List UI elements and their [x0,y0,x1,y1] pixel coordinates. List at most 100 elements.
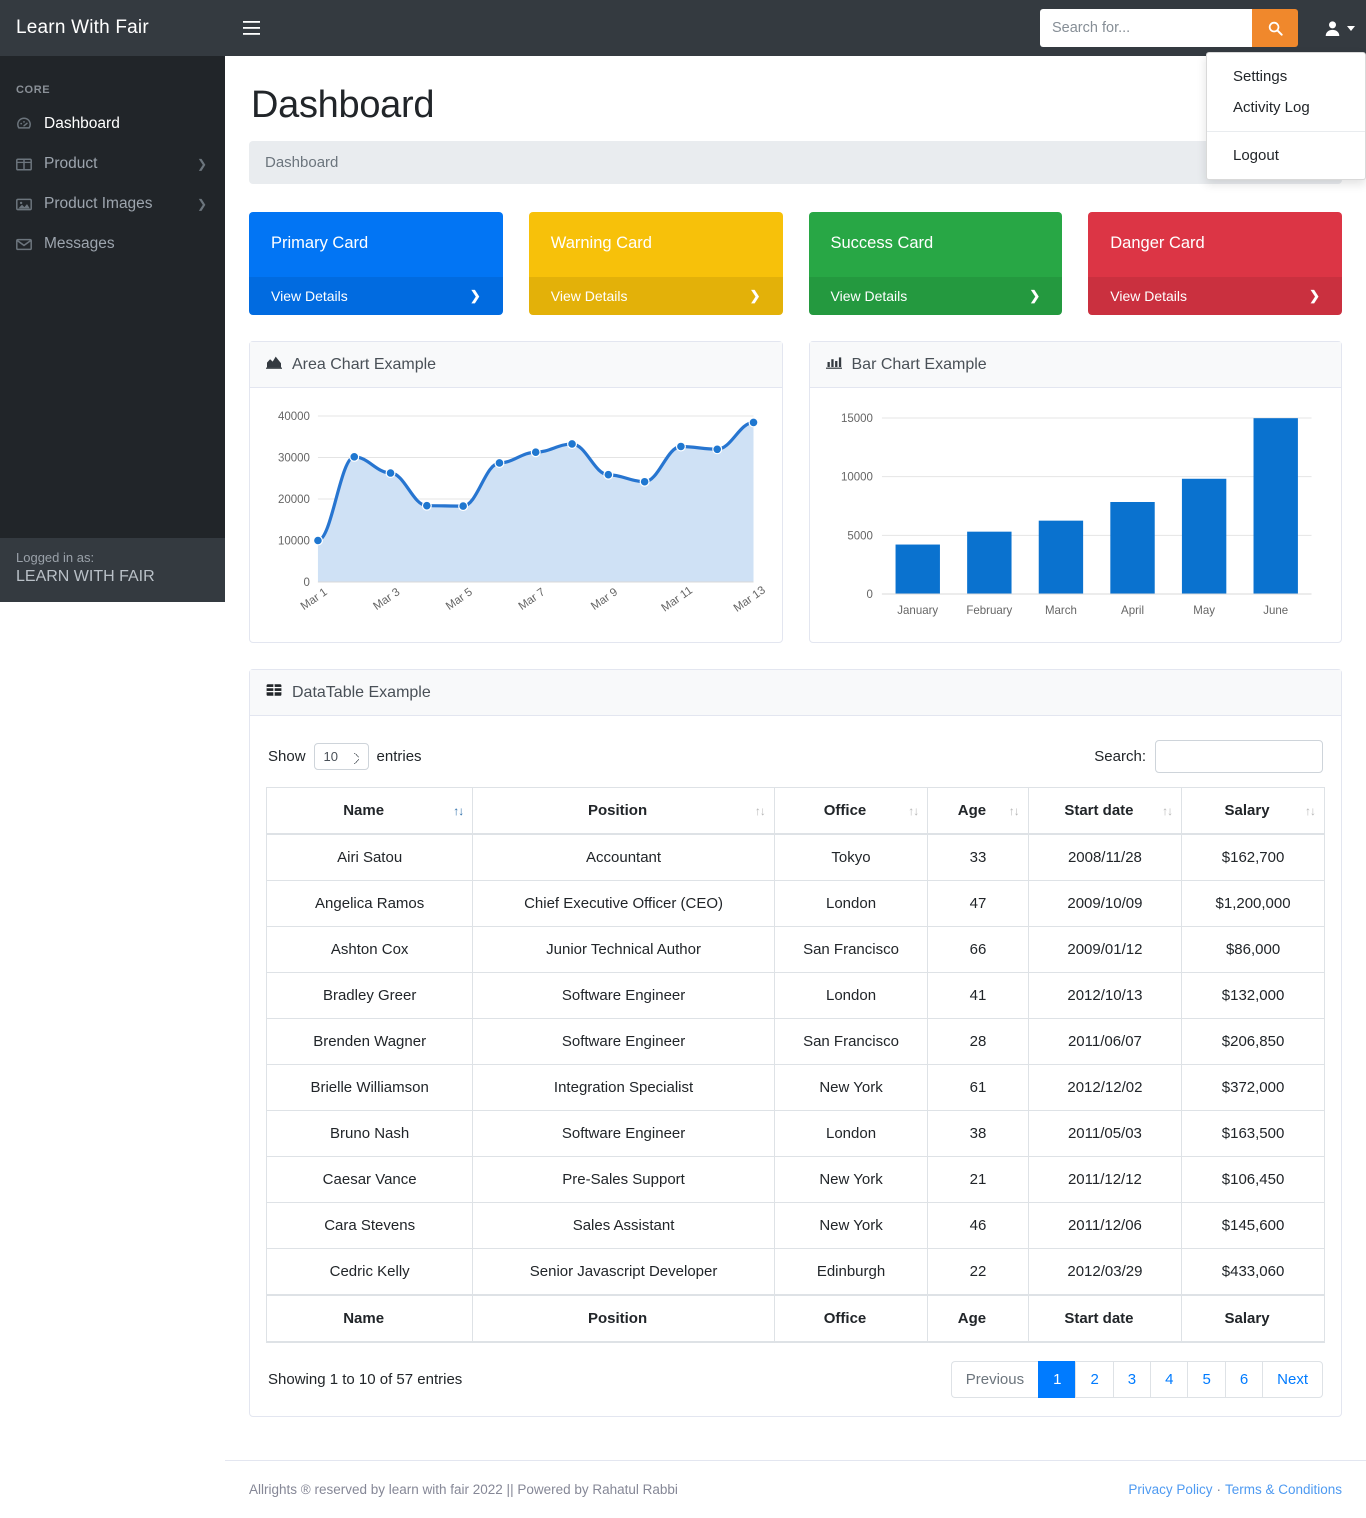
table-cell-name: Cara Stevens [265,1202,474,1249]
datatable-controls: Show 102550100 entries Search: [266,734,1325,787]
pagination-previous[interactable]: Previous [950,1361,1039,1398]
column-header-salary: Salary [1181,1294,1325,1343]
column-header-label: Position [587,802,648,819]
bar-chart-card-title: Bar Chart Example [851,355,987,373]
table-cell-salary: $206,850 [1181,1018,1325,1065]
stat-card-footer-link[interactable]: View Details ❯ [808,277,1063,315]
pagination-page-2[interactable]: 2 [1075,1361,1113,1398]
datatable-card-header: DataTable Example [250,670,1341,716]
dropdown-item-settings[interactable]: Settings [1207,61,1365,92]
chevron-right-icon: ❯ [196,157,207,171]
stat-card-footer-label: View Details [1110,288,1188,304]
pagination-page-5[interactable]: 5 [1187,1361,1225,1398]
table-row: Brielle Williamson Integration Specialist… [265,1064,1325,1111]
chevron-right-icon: ❯ [1029,288,1041,303]
column-header-age[interactable]: Age ↑↓ [927,787,1029,835]
dropdown-item-activity-log[interactable]: Activity Log [1207,92,1365,123]
dropdown-item-logout[interactable]: Logout [1207,140,1365,171]
column-header-salary[interactable]: Salary ↑↓ [1181,787,1325,835]
envelope-icon [16,238,44,251]
table-row: Angelica Ramos Chief Executive Officer (C… [265,880,1325,927]
stat-card-warning: Warning Card View Details ❯ [528,212,783,315]
table-cell-position: Integration Specialist [472,1064,775,1111]
table-cell-age: 33 [927,833,1029,881]
svg-text:10000: 10000 [278,535,310,547]
pagination-page-1[interactable]: 1 [1038,1361,1076,1398]
table-cell-age: 28 [927,1018,1029,1065]
stat-card-footer-link[interactable]: View Details ❯ [249,277,503,315]
stat-card-danger: Danger Card View Details ❯ [1088,212,1342,315]
pagination-page-4[interactable]: 4 [1150,1361,1188,1398]
stat-card-footer-link[interactable]: View Details ❯ [1088,277,1342,315]
datatable-info: Showing 1 to 10 of 57 entries [268,1371,463,1388]
table-header-row: Name ↑↓ Position ↑↓ Office ↑↓ Age ↑↓ Start date ↑… [265,787,1325,835]
svg-text:20000: 20000 [278,494,310,506]
svg-text:15000: 15000 [841,413,873,425]
table-cell-position: Sales Assistant [472,1202,775,1249]
stat-card-title: Success Card [830,234,934,252]
table-cell-salary: $372,000 [1181,1064,1325,1111]
table-cell-name: Angelica Ramos [265,880,474,927]
svg-text:10000: 10000 [841,472,873,484]
privacy-policy-link[interactable]: Privacy Policy [1128,1482,1212,1497]
user-menu-toggle[interactable] [1312,0,1366,56]
column-header-label: Name [343,1310,385,1327]
pagination-page-3[interactable]: 3 [1112,1361,1151,1398]
table-body: Airi Satou Accountant Tokyo 33 2008/11/28 $16… [265,833,1325,1296]
column-header-label: Age [957,1310,987,1327]
table-cell-age: 61 [927,1064,1029,1111]
stat-card-title: Warning Card [550,234,652,252]
svg-text:Mar 11: Mar 11 [659,585,694,615]
table-cell-start-date: 2011/05/03 [1027,1110,1183,1157]
column-header-start-date[interactable]: Start date ↑↓ [1027,787,1183,835]
table-cell-start-date: 2012/03/29 [1027,1248,1183,1296]
sidebar-item-dashboard[interactable]: Dashboard [0,104,225,144]
sidebar-item-label: Product [44,155,98,172]
stat-card-footer-label: View Details [550,288,628,304]
datatable-search-input[interactable] [1155,740,1323,773]
sidebar-item-product[interactable]: Product ❯ [0,144,225,184]
chevron-right-icon: ❯ [196,197,207,211]
pagination-next[interactable]: Next [1262,1361,1323,1398]
svg-text:0: 0 [866,589,872,601]
svg-text:March: March [1044,605,1076,617]
column-header-position[interactable]: Position ↑↓ [472,787,775,835]
table-cell-salary: $163,500 [1181,1110,1325,1157]
footer-links: Privacy Policy · Terms & Conditions [1128,1482,1342,1497]
entries-per-page-select[interactable]: 102550100 [313,743,369,770]
hamburger-icon-svg [242,21,260,35]
table-cell-office: London [773,972,929,1019]
table-cell-position: Chief Executive Officer (CEO) [472,880,775,927]
column-header-label: Salary [1224,802,1270,819]
search-input[interactable] [1040,9,1252,47]
table-footer-row: Name Position Office Age Start date Salary [265,1294,1325,1343]
pagination-page-6[interactable]: 6 [1224,1361,1263,1398]
sidebar-item-messages[interactable]: Messages [0,224,225,264]
stat-card-title: Primary Card [271,234,369,252]
table-cell-office: New York [773,1156,929,1203]
table-cell-salary: $1,200,000 [1181,880,1325,927]
stat-card-footer-label: View Details [271,288,348,304]
table-cell-start-date: 2011/12/12 [1027,1156,1183,1203]
datatable-card-body: Show 102550100 entries Search: [250,716,1341,1416]
sidebar-item-product-images[interactable]: Product Images ❯ [0,184,225,224]
svg-text:February: February [966,605,1012,617]
footer-separator: · [1216,1482,1221,1497]
search-icon[interactable] [1252,9,1298,47]
table-cell-office: San Francisco [773,926,929,973]
column-header-label: Age [957,802,987,819]
stat-card-primary: Primary Card View Details ❯ [249,212,503,315]
area-chart-card: Area Chart Example 0 10000 20000 30000 40000… [249,341,783,643]
brand-logo[interactable]: Learn With Fair [0,17,225,39]
dropdown-divider [1207,131,1365,132]
table-row: Caesar Vance Pre-Sales Support New York 21 2… [265,1156,1325,1203]
table-cell-start-date: 2009/01/12 [1027,926,1183,973]
column-header-label: Office [823,802,867,819]
column-header-office[interactable]: Office ↑↓ [773,787,929,835]
table-cell-name: Bradley Greer [265,972,474,1019]
hamburger-icon[interactable] [229,10,273,46]
stat-card-footer-link[interactable]: View Details ❯ [528,277,783,315]
column-header-name[interactable]: Name ↑↓ [265,787,474,835]
terms-conditions-link[interactable]: Terms & Conditions [1225,1482,1342,1497]
table-row: Brenden Wagner Software Engineer San Franc… [265,1018,1325,1065]
